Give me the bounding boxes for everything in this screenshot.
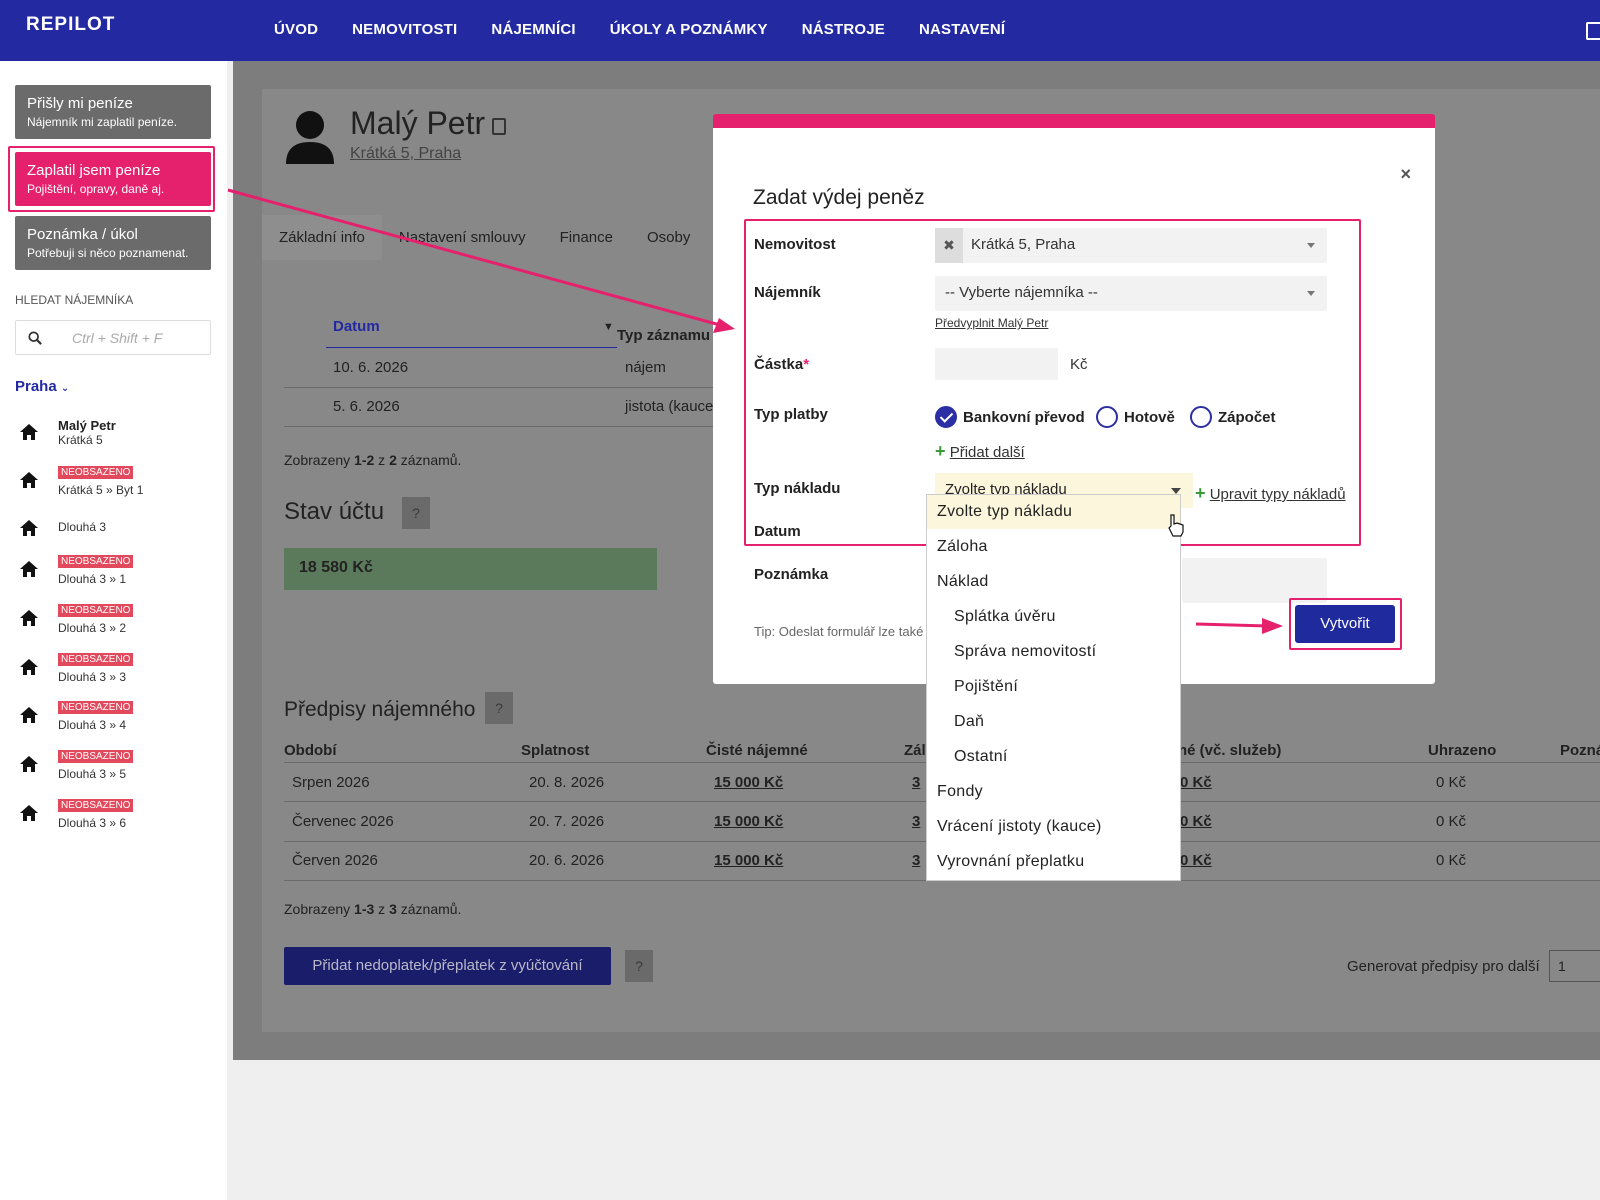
annotation-arrows bbox=[227, 188, 1283, 634]
arrow-line bbox=[227, 188, 721, 327]
hand-cursor-icon bbox=[1168, 514, 1184, 537]
arrow-head bbox=[1262, 618, 1283, 634]
arrow-line bbox=[1195, 622, 1269, 628]
arrow-head bbox=[713, 318, 735, 333]
